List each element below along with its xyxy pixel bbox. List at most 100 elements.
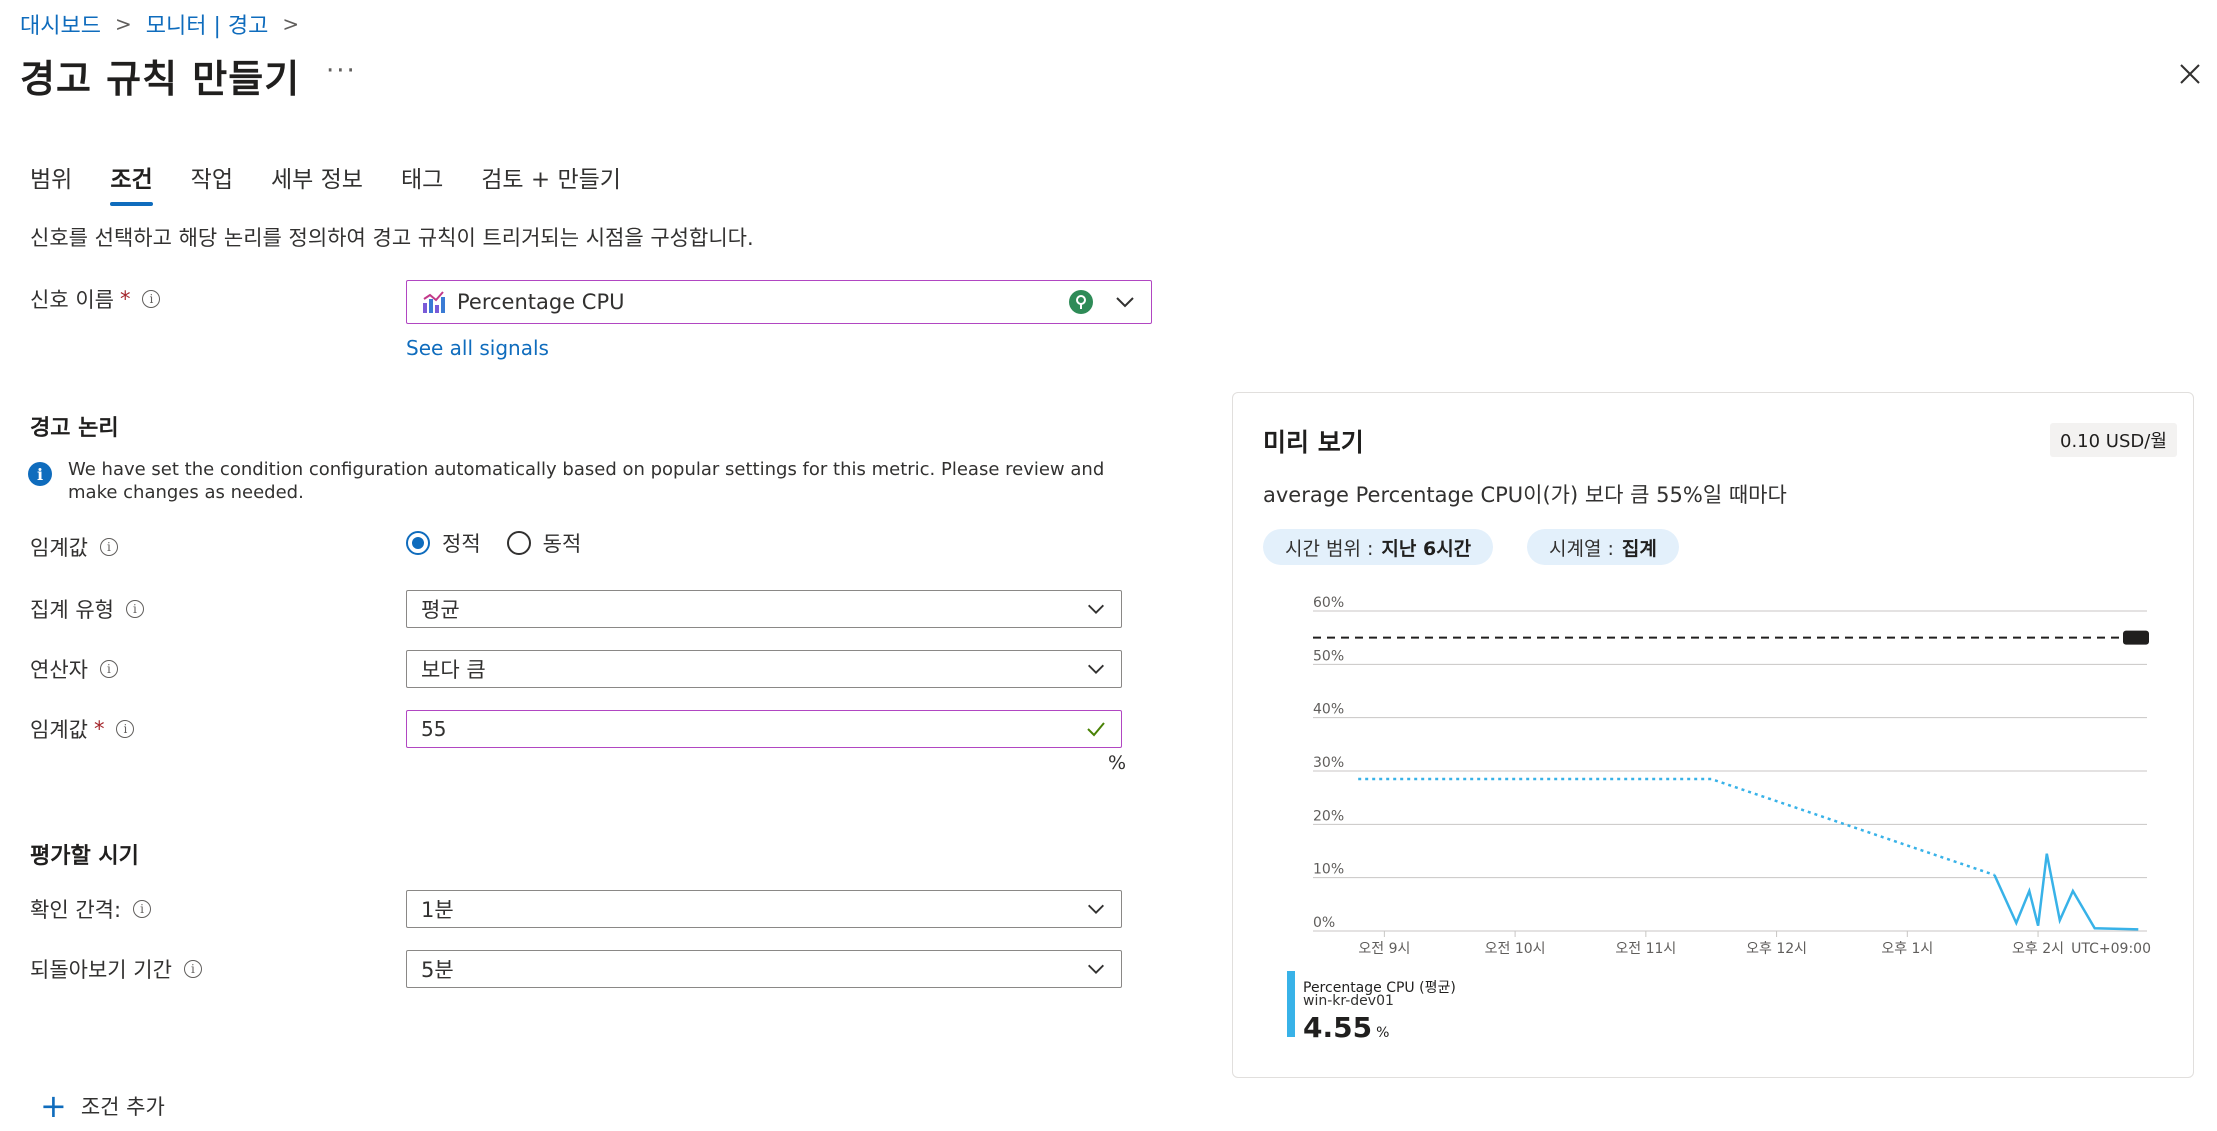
check-every-label: 확인 간격: i [30,894,152,924]
info-notice: i We have set the condition configuratio… [28,458,1118,504]
info-icon[interactable]: i [116,720,135,738]
check-every-text: 확인 간격: [30,898,122,922]
tab-bar: 범위 조건 작업 세부 정보 태그 검토 + 만들기 [30,160,659,206]
tab-review-create[interactable]: 검토 + 만들기 [481,160,621,206]
threshold-value-input[interactable]: 55 [406,710,1122,748]
lookback-text: 되돌아보기 기간 [30,958,172,982]
signal-select[interactable]: Percentage CPU [406,280,1152,324]
x-tick-label: 오전 9시 [1358,941,1410,957]
chevron-right-icon: > [114,12,132,36]
operator-label: 연산자 i [30,654,118,684]
more-options-button[interactable]: ··· [326,56,357,86]
checkmark-icon [1087,722,1105,737]
aggregation-text: 집계 유형 [30,598,114,622]
aggregation-value: 평균 [421,598,460,622]
time-series-value: 집계 [1621,537,1657,560]
cost-badge: 0.10 USD/월 [2050,423,2177,457]
notice-text: We have set the condition configuration … [68,459,1105,503]
alert-logic-heading: 경고 논리 [30,416,119,441]
preview-chart: 60% 50% 40% 30% 20% 10% 0% 오전 9시 오전 10시 오전 11시 오후 … [1313,595,2151,957]
chevron-down-icon [1088,904,1104,914]
y-tick-label: 60% [1313,595,1344,611]
time-series-pill[interactable]: 시계열 : 집계 [1527,529,1679,565]
plus-icon: + [40,1087,67,1125]
aggregation-label: 집계 유형 i [30,594,144,624]
time-range-value: 지난 6시간 [1381,537,1472,560]
radio-dynamic-label: 동적 [542,532,582,556]
check-every-select[interactable]: 1분 [406,890,1122,928]
intro-text: 신호를 선택하고 해당 논리를 정의하여 경고 규칙이 트리거되는 시점을 구성… [30,226,754,250]
info-icon[interactable]: i [142,290,161,308]
add-condition-button[interactable]: + 조건 추가 [40,1090,165,1122]
x-tick-label: 오후 2시 [2012,941,2064,957]
x-tick-label: 오후 12시 [1746,941,1807,957]
preview-title: 미리 보기 [1263,428,1364,457]
chevron-down-icon [1088,664,1104,674]
y-tick-label: 30% [1313,755,1344,771]
info-filled-icon: i [28,462,52,486]
preview-description: average Percentage CPU이(가) 보다 큼 55%일 때마다 [1263,483,1787,507]
info-icon[interactable]: i [183,960,202,978]
chevron-down-icon [1116,297,1134,308]
x-tick-label: 오전 10시 [1485,941,1546,957]
operator-value: 보다 큼 [421,658,486,682]
series-line-solid [1993,853,2139,931]
page-title: 경고 규칙 만들기 [20,57,301,101]
threshold-type-radio-group: 정적 동적 [406,528,581,558]
operator-text: 연산자 [30,658,88,682]
signal-name-text: 신호 이름 [30,288,114,312]
radio-static[interactable] [406,531,430,555]
signal-name-label: 신호 이름 * i [30,284,161,314]
radio-dynamic[interactable] [506,531,531,555]
y-tick-label: 50% [1313,648,1344,664]
breadcrumb-monitor-alerts[interactable]: 모니터 | 경고 [146,8,269,40]
time-range-pill[interactable]: 시간 범위 : 지난 6시간 [1263,529,1494,565]
tab-actions[interactable]: 작업 [191,160,233,206]
lookback-select[interactable]: 5분 [406,950,1122,988]
chevron-right-icon: > [282,12,300,36]
evaluation-heading: 평가할 시기 [30,844,139,869]
y-tick-label: 0% [1313,915,1335,931]
x-tick-label: 오후 1시 [1881,941,1933,957]
legend-resource-name: win-kr-dev01 [1303,993,1394,1009]
chevron-down-icon [1088,604,1104,614]
time-range-label: 시간 범위 : [1285,537,1374,560]
threshold-value-label: 임계값 * i [30,714,135,744]
info-icon[interactable]: i [125,600,144,618]
operator-select[interactable]: 보다 큼 [406,650,1122,688]
threshold-marker [2123,630,2149,645]
lookback-label: 되돌아보기 기간 i [30,954,202,984]
threshold-unit: % [1108,752,1127,774]
add-condition-label: 조건 추가 [80,1095,165,1119]
x-tick-label: 오전 11시 [1615,941,1676,957]
legend-value-number: 4.55 [1303,1011,1373,1044]
threshold-type-label: 임계값 i [30,532,118,562]
tab-condition[interactable]: 조건 [110,160,153,206]
tab-scope[interactable]: 범위 [30,160,72,206]
info-icon[interactable]: i [99,660,118,678]
info-icon[interactable]: i [99,538,118,556]
preview-card: 미리 보기 0.10 USD/월 average Percentage CPU이… [1232,392,2194,1078]
timezone-label: UTC+09:00 [2071,941,2151,957]
chevron-down-icon [1088,964,1104,974]
see-all-signals-link[interactable]: See all signals [406,336,549,360]
time-series-label: 시계열 : [1549,537,1614,560]
threshold-type-text: 임계값 [30,536,88,560]
lookback-value: 5분 [421,958,454,982]
metric-chart-icon [423,291,445,313]
signal-value: Percentage CPU [457,290,625,314]
series-line-dotted [1358,777,1995,877]
legend-color-bar [1287,971,1295,1037]
required-marker: * [93,717,105,741]
tab-tags[interactable]: 태그 [401,160,443,206]
tab-details[interactable]: 세부 정보 [271,160,363,206]
close-icon[interactable] [2176,60,2204,88]
check-every-value: 1분 [421,898,454,922]
y-tick-label: 20% [1313,808,1344,824]
breadcrumb-dashboard[interactable]: 대시보드 [20,8,101,40]
y-tick-label: 40% [1313,702,1344,718]
info-icon[interactable]: i [133,900,152,918]
legend-last-value: 4.55% [1303,1011,1389,1044]
recommended-icon [1069,290,1093,314]
aggregation-select[interactable]: 평균 [406,590,1122,628]
